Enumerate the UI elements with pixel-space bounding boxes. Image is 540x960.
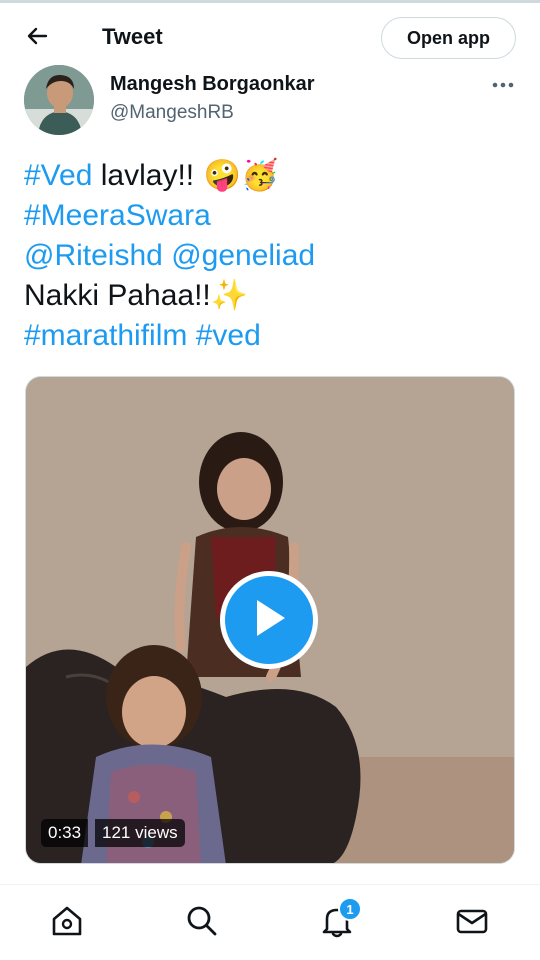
page-title: Tweet	[102, 24, 163, 49]
play-button[interactable]	[220, 571, 318, 669]
view-count: 121 views	[95, 819, 185, 847]
tweet-line-5: #marathifilm #ved	[24, 316, 524, 356]
tweet-page: Tweet Open app Mangesh Borgaonkar @Mange…	[0, 0, 540, 960]
tweet-line-3: @Riteishd @geneliad	[24, 236, 524, 276]
ellipsis-icon	[491, 76, 515, 94]
mention-geneliad[interactable]: @geneliad	[171, 239, 315, 272]
more-options-button[interactable]	[486, 70, 520, 100]
arrow-left-icon	[25, 24, 49, 53]
tweet-line-1: #Ved lavlay!! 🤪🥳	[24, 156, 524, 196]
author-handle[interactable]: @MangeshRB	[110, 101, 234, 125]
bottom-nav	[0, 885, 540, 960]
hashtag-marathifilm[interactable]: #marathifilm	[24, 319, 187, 352]
video-duration: 0:33	[41, 819, 89, 847]
nav-home[interactable]	[47, 903, 87, 943]
mail-icon	[455, 904, 489, 943]
mention-riteishd[interactable]: @Riteishd	[24, 239, 163, 272]
header: Tweet Open app	[0, 3, 540, 65]
hashtag-ved-lower[interactable]: #ved	[196, 319, 261, 352]
avatar[interactable]	[24, 65, 94, 135]
notification-badge: 1	[338, 897, 362, 921]
search-icon	[185, 904, 219, 943]
nav-messages[interactable]	[452, 903, 492, 943]
tweet-text-fragment: lavlay!!	[92, 159, 195, 192]
tweet-text: #Ved lavlay!! 🤪🥳 #MeeraSwara @Riteishd @…	[24, 156, 524, 356]
tweet-text-fragment: Nakki Pahaa!!	[24, 279, 211, 312]
play-icon	[249, 596, 289, 645]
hashtag-meeraswara[interactable]: #MeeraSwara	[24, 199, 211, 232]
author-name[interactable]: Mangesh Borgaonkar	[110, 72, 314, 96]
emoji-fragment: 🤪🥳	[194, 158, 279, 193]
nav-explore[interactable]	[182, 903, 222, 943]
home-icon	[50, 904, 84, 943]
sparkles-emoji: ✨	[210, 278, 249, 313]
back-button[interactable]	[20, 21, 54, 55]
tweet-line-4: Nakki Pahaa!!✨	[24, 276, 524, 316]
tweet-line-2: #MeeraSwara	[24, 196, 524, 236]
hashtag-ved[interactable]: #Ved	[24, 159, 92, 192]
open-app-button[interactable]: Open app	[381, 17, 516, 59]
